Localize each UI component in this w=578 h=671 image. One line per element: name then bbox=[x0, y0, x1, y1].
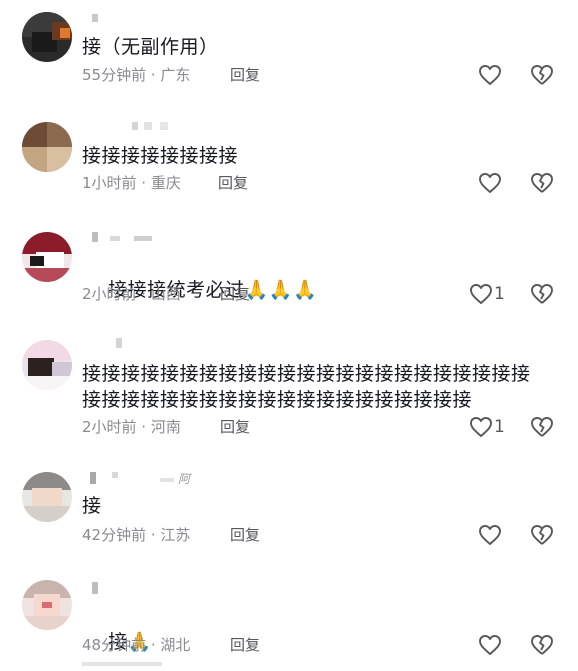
heart-outline-icon bbox=[479, 173, 501, 193]
heart-outline-icon bbox=[470, 417, 492, 437]
broken-heart-icon bbox=[531, 65, 553, 85]
time-location: 42分钟前 · 江苏 bbox=[82, 526, 191, 544]
time-location: 48分钟前 · 湖北 bbox=[82, 636, 191, 654]
dislike-button[interactable] bbox=[527, 279, 557, 309]
dislike-button[interactable] bbox=[527, 630, 557, 660]
dislike-button[interactable] bbox=[527, 60, 557, 90]
comment-meta: 2小时前 · 山西 回复 bbox=[82, 283, 250, 305]
time-location: 1小时前 · 重庆 bbox=[82, 174, 181, 192]
broken-heart-icon bbox=[531, 635, 553, 655]
username-partial: 阿 bbox=[178, 472, 191, 486]
reply-button[interactable]: 回复 bbox=[230, 634, 260, 656]
comment-text: 接接接接接接接接 bbox=[82, 145, 239, 167]
like-count: 1 bbox=[494, 284, 505, 304]
avatar[interactable] bbox=[22, 12, 72, 62]
broken-heart-icon bbox=[531, 284, 553, 304]
like-button[interactable] bbox=[466, 279, 496, 309]
time-location: 2小时前 · 山西 bbox=[82, 285, 181, 303]
comment-meta: 2小时前 · 河南 回复 bbox=[82, 416, 250, 438]
like-button[interactable] bbox=[466, 412, 496, 442]
like-button[interactable] bbox=[475, 630, 505, 660]
dislike-button[interactable] bbox=[527, 520, 557, 550]
avatar[interactable] bbox=[22, 580, 72, 630]
heart-outline-icon bbox=[479, 635, 501, 655]
comment-meta: 48分钟前 · 湖北 回复 bbox=[82, 634, 260, 656]
avatar[interactable] bbox=[22, 340, 72, 390]
heart-outline-icon bbox=[470, 284, 492, 304]
broken-heart-icon bbox=[531, 173, 553, 193]
comment-meta: 1小时前 · 重庆 回复 bbox=[82, 172, 248, 194]
time-location: 2小时前 · 河南 bbox=[82, 418, 181, 436]
comment-item: 阿 接 42分钟前 · 江苏 回复 bbox=[0, 460, 578, 570]
heart-outline-icon bbox=[479, 525, 501, 545]
avatar[interactable] bbox=[22, 232, 72, 282]
reply-button[interactable]: 回复 bbox=[220, 416, 250, 438]
broken-heart-icon bbox=[531, 417, 553, 437]
broken-heart-icon bbox=[531, 525, 553, 545]
comment-item: 接接接统考必过🙏🙏🙏 2小时前 · 山西 回复 1 bbox=[0, 220, 578, 330]
dislike-button[interactable] bbox=[527, 168, 557, 198]
heart-outline-icon bbox=[479, 65, 501, 85]
avatar[interactable] bbox=[22, 472, 72, 522]
reply-button[interactable]: 回复 bbox=[218, 172, 248, 194]
comment-item: 接接接接接接接接接接接接接接接接接接接接接接接 接接接接接接接接接接接接接接接接… bbox=[0, 330, 578, 460]
like-button[interactable] bbox=[475, 520, 505, 550]
comment-meta: 42分钟前 · 江苏 回复 bbox=[82, 524, 260, 546]
avatar[interactable] bbox=[22, 122, 72, 172]
like-button[interactable] bbox=[475, 60, 505, 90]
comment-text: 接接接接接接接接接接接接接接接接接接接接接接接 接接接接接接接接接接接接接接接接… bbox=[82, 363, 531, 411]
cropped-text-fragment bbox=[82, 662, 162, 666]
reply-button[interactable]: 回复 bbox=[220, 283, 250, 305]
like-button[interactable] bbox=[475, 168, 505, 198]
comment-item: 接接接接接接接接 1小时前 · 重庆 回复 bbox=[0, 110, 578, 220]
comment-item: 接（无副作用） 55分钟前 · 广东 回复 bbox=[0, 0, 578, 110]
time-location: 55分钟前 · 广东 bbox=[82, 66, 191, 84]
pray-emoji: 🙏🙏🙏 bbox=[244, 279, 318, 301]
comment-item: 接🙏 48分钟前 · 湖北 回复 bbox=[0, 570, 578, 671]
like-count: 1 bbox=[494, 417, 505, 437]
comment-text: 接 bbox=[82, 495, 102, 517]
reply-button[interactable]: 回复 bbox=[230, 64, 260, 86]
comment-text: 接（无副作用） bbox=[82, 36, 219, 58]
dislike-button[interactable] bbox=[527, 412, 557, 442]
reply-button[interactable]: 回复 bbox=[230, 524, 260, 546]
comment-meta: 55分钟前 · 广东 回复 bbox=[82, 64, 260, 86]
